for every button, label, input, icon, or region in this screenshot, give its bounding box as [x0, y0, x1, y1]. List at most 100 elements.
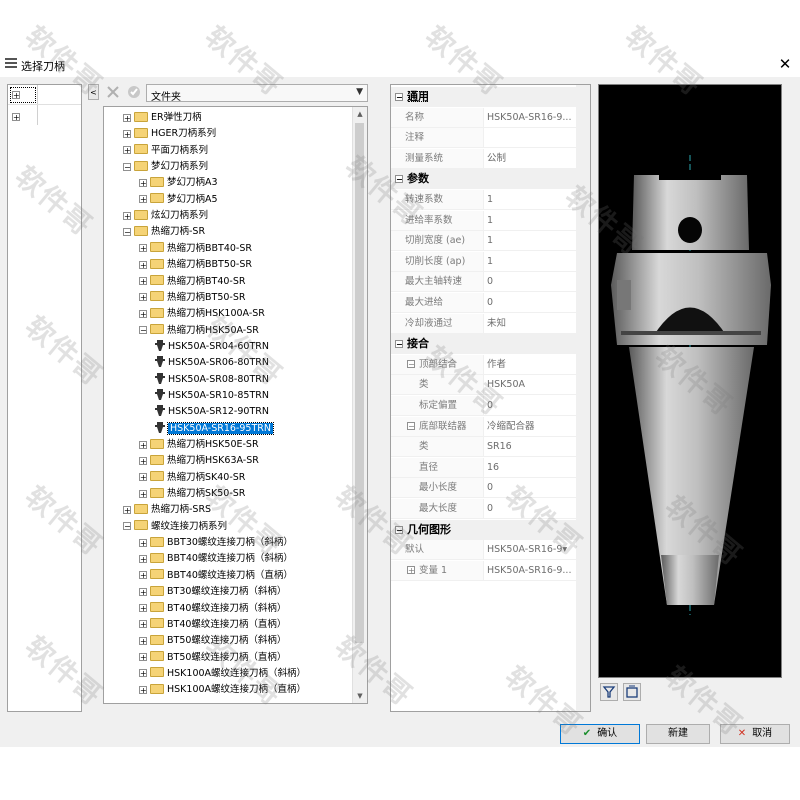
- close-icon[interactable]: ✕: [776, 55, 794, 73]
- tree-item-folder[interactable]: + 热缩刀柄HSK50E-SR: [139, 437, 259, 453]
- property-value[interactable]: HSK50A-SR16-9...: [487, 561, 575, 580]
- property-value[interactable]: 1: [487, 231, 575, 250]
- property-value[interactable]: HSK50A: [487, 375, 575, 394]
- tree-item-folder[interactable]: + 热缩刀柄HSK100A-SR: [139, 306, 265, 322]
- property-row[interactable]: 最小长度 0: [391, 478, 576, 499]
- expand-icon[interactable]: +: [123, 129, 131, 138]
- property-value[interactable]: 作者: [487, 355, 575, 374]
- property-value[interactable]: SR16: [487, 437, 575, 456]
- tree-item-folder[interactable]: + BT40螺纹连接刀柄（斜柄）: [139, 601, 286, 617]
- tree-item-tool[interactable]: HSK50A-SR04-60TRN: [155, 339, 269, 355]
- tree-item-folder[interactable]: + 平面刀柄系列: [123, 143, 208, 159]
- tree-item-folder[interactable]: + HSK100A螺纹连接刀柄（直柄）: [139, 682, 306, 698]
- tree-item-tool[interactable]: HSK50A-SR06-80TRN: [155, 355, 269, 371]
- property-value[interactable]: 0: [487, 272, 575, 291]
- property-value[interactable]: 0: [487, 478, 575, 497]
- tree-item-folder[interactable]: − 热缩刀柄HSK50A-SR: [139, 323, 259, 339]
- property-category[interactable]: − 接合: [391, 334, 576, 355]
- scroll-thumb[interactable]: [355, 123, 364, 643]
- tree-item-tool[interactable]: HSK50A-SR16-95TRN: [155, 421, 274, 437]
- collapse-icon[interactable]: −: [123, 522, 131, 531]
- property-category[interactable]: − 几何图形: [391, 519, 576, 540]
- tree-item-tool[interactable]: HSK50A-SR10-85TRN: [155, 388, 269, 404]
- expand-icon[interactable]: +: [123, 113, 131, 122]
- tree-item-folder[interactable]: + HSK100A螺纹连接刀柄（斜柄）: [139, 666, 306, 682]
- collapse-icon[interactable]: −: [123, 227, 131, 236]
- expand-icon[interactable]: +: [139, 195, 147, 204]
- property-value[interactable]: 1: [487, 211, 575, 230]
- expand-icon[interactable]: +: [139, 604, 147, 613]
- tree-item-folder[interactable]: + 热缩刀柄SK40-SR: [139, 470, 245, 486]
- tree-item-folder[interactable]: + 梦幻刀柄A3: [139, 175, 218, 191]
- tree-item-folder[interactable]: + HGER刀柄系列: [123, 126, 216, 142]
- folder-filter-select[interactable]: 文件夹 ▼: [146, 84, 368, 103]
- property-row[interactable]: 直径 16: [391, 457, 576, 478]
- expand-icon[interactable]: +: [123, 146, 131, 155]
- property-category[interactable]: − 参数: [391, 169, 576, 190]
- property-row[interactable]: − 底部联结器 冷缩配合器: [391, 416, 576, 437]
- property-scrollbar[interactable]: [576, 85, 590, 711]
- property-row[interactable]: 标定偏置 0: [391, 396, 576, 416]
- tree-item-folder[interactable]: + 热缩刀柄BT40-SR: [139, 274, 245, 290]
- mini-row-1[interactable]: +: [12, 90, 20, 99]
- mini-tree-pane[interactable]: + +: [7, 84, 82, 712]
- property-value[interactable]: 未知: [487, 314, 575, 333]
- expand-icon[interactable]: +: [139, 244, 147, 253]
- property-row[interactable]: 最大长度 0: [391, 499, 576, 519]
- tree-item-folder[interactable]: − 梦幻刀柄系列: [123, 159, 208, 175]
- tree-item-folder[interactable]: − 螺纹连接刀柄系列: [123, 519, 227, 535]
- property-value[interactable]: 16: [487, 458, 575, 477]
- collapse-icon[interactable]: −: [407, 360, 415, 369]
- collapse-icon[interactable]: −: [123, 162, 131, 171]
- property-value[interactable]: HSK50A-SR16-9▾: [487, 540, 575, 559]
- property-value[interactable]: HSK50A-SR16-9...: [487, 108, 575, 127]
- shield-icon[interactable]: [126, 84, 142, 100]
- property-row[interactable]: 测量系统 公制: [391, 148, 576, 169]
- property-row[interactable]: 切削长度 (ap) 1: [391, 251, 576, 272]
- collapse-icon[interactable]: −: [395, 340, 403, 349]
- tree-item-folder[interactable]: + BT50螺纹连接刀柄（直柄）: [139, 650, 286, 666]
- fit-view-icon[interactable]: [623, 683, 641, 701]
- property-row[interactable]: 冷却液通过 未知: [391, 313, 576, 334]
- ok-button[interactable]: ✔ 确认: [560, 724, 640, 744]
- expand-icon[interactable]: +: [139, 653, 147, 662]
- tree-item-folder[interactable]: + BT50螺纹连接刀柄（斜柄）: [139, 633, 286, 649]
- property-value[interactable]: 0: [487, 396, 575, 415]
- filter-icon[interactable]: [600, 683, 618, 701]
- expand-icon[interactable]: +: [139, 456, 147, 465]
- scroll-down-icon[interactable]: ▼: [353, 689, 367, 703]
- tree-item-folder[interactable]: − 热缩刀柄-SR: [123, 224, 205, 240]
- collapse-icon[interactable]: −: [139, 326, 147, 335]
- tree-item-folder[interactable]: + BBT30螺纹连接刀柄（斜柄）: [139, 535, 293, 551]
- cancel-button[interactable]: ✕ 取消: [720, 724, 790, 744]
- property-row[interactable]: 类 HSK50A: [391, 375, 576, 396]
- tree-item-tool[interactable]: HSK50A-SR08-80TRN: [155, 372, 269, 388]
- property-row[interactable]: 进给率系数 1: [391, 210, 576, 231]
- property-value[interactable]: 0: [487, 499, 575, 518]
- property-row[interactable]: 转速系数 1: [391, 190, 576, 210]
- expand-icon[interactable]: +: [139, 309, 147, 318]
- property-category[interactable]: − 通用: [391, 87, 576, 107]
- collapse-icon[interactable]: −: [395, 93, 403, 102]
- scroll-up-icon[interactable]: ▲: [353, 107, 367, 121]
- expand-icon[interactable]: +: [139, 293, 147, 302]
- expand-icon[interactable]: +: [139, 260, 147, 269]
- tree-item-folder[interactable]: + 炫幻刀柄系列: [123, 208, 208, 224]
- expand-icon[interactable]: +: [139, 489, 147, 498]
- expand-icon[interactable]: +: [123, 211, 131, 220]
- tree-item-folder[interactable]: + BT30螺纹连接刀柄（斜柄）: [139, 584, 286, 600]
- property-row[interactable]: 切削宽度 (ae) 1: [391, 231, 576, 252]
- expand-icon[interactable]: +: [139, 669, 147, 678]
- tree-item-folder[interactable]: + BBT40螺纹连接刀柄（直柄）: [139, 568, 293, 584]
- expand-icon[interactable]: +: [139, 685, 147, 694]
- property-row[interactable]: 最大进给 0: [391, 293, 576, 313]
- tree-item-folder[interactable]: + 热缩刀柄SK50-SR: [139, 486, 245, 502]
- tree-item-folder[interactable]: + BT40螺纹连接刀柄（直柄）: [139, 617, 286, 633]
- expand-icon[interactable]: +: [139, 587, 147, 596]
- tree-item-folder[interactable]: + 热缩刀柄-SRS: [123, 502, 211, 518]
- property-row[interactable]: 最大主轴转速 0: [391, 272, 576, 293]
- property-row[interactable]: + 变量 1 HSK50A-SR16-9...: [391, 560, 576, 581]
- tree-item-folder[interactable]: + 热缩刀柄HSK63A-SR: [139, 453, 259, 469]
- back-arrow-icon[interactable]: <: [88, 84, 99, 100]
- collapse-icon[interactable]: −: [395, 175, 403, 184]
